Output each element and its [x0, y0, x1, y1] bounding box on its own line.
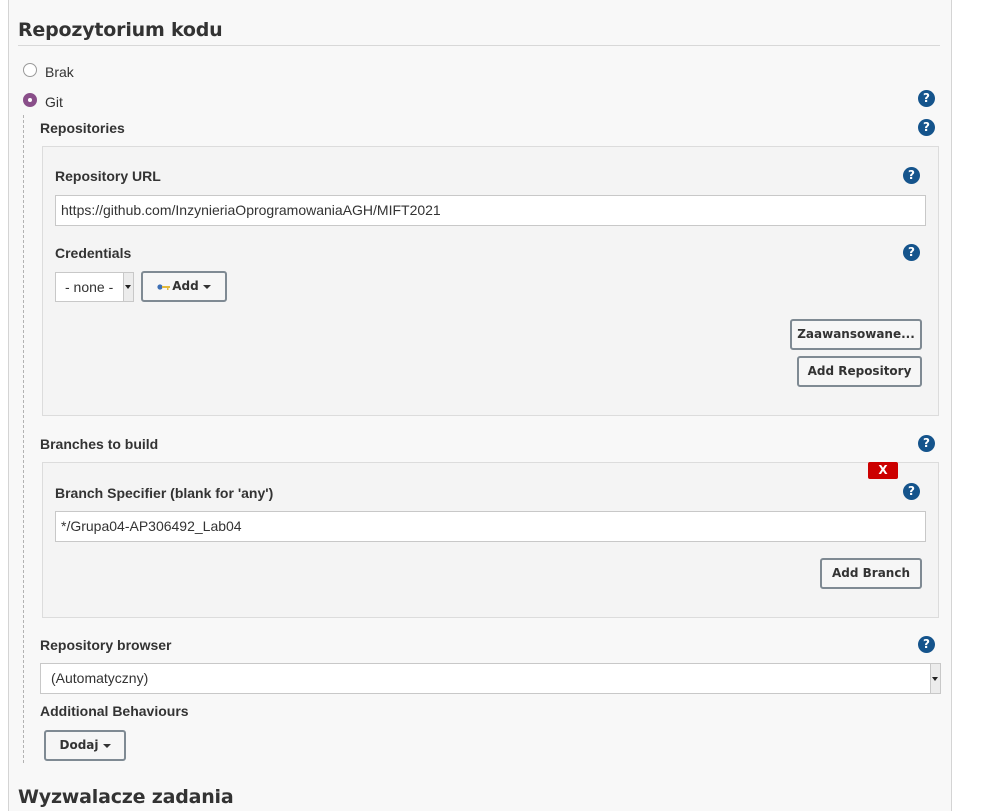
add-behaviour-button[interactable]: Dodaj [44, 730, 126, 761]
section-title-scm: Repozytorium kodu [18, 19, 223, 41]
branch-specifier-label: Branch Specifier (blank for 'any') [55, 485, 274, 501]
additional-behaviours-label: Additional Behaviours [40, 703, 189, 719]
help-icon-branch-specifier[interactable]: ? [903, 483, 920, 500]
help-icon-branches[interactable]: ? [918, 435, 935, 452]
credentials-select-value: - none - [65, 279, 114, 295]
dropdown-caret-icon [202, 284, 211, 289]
help-icon-credentials[interactable]: ? [903, 244, 920, 261]
credentials-add-label: Add [172, 279, 199, 293]
repository-browser-value: (Automatyczny) [51, 670, 149, 686]
credentials-add-button[interactable]: Add [141, 271, 227, 302]
branches-label: Branches to build [40, 436, 159, 452]
help-icon-repositories[interactable]: ? [918, 119, 935, 136]
dropdown-caret-icon [102, 743, 111, 748]
credentials-select[interactable]: - none - [55, 272, 134, 302]
radio-label-brak: Brak [45, 64, 74, 80]
repositories-label: Repositories [40, 120, 125, 136]
delete-branch-button[interactable]: X [868, 462, 898, 479]
repository-url-label: Repository URL [55, 168, 161, 184]
advanced-button[interactable]: Zaawansowane... [790, 319, 922, 350]
add-behaviour-label: Dodaj [59, 738, 99, 752]
credentials-label: Credentials [55, 245, 132, 261]
repository-browser-label: Repository browser [40, 637, 172, 653]
section-divider [18, 45, 940, 46]
add-repository-button[interactable]: Add Repository [797, 356, 922, 387]
repository-url-input[interactable]: https://github.com/InzynieriaOprogramowa… [55, 195, 926, 226]
key-icon [157, 283, 171, 290]
help-icon-git[interactable]: ? [918, 90, 935, 107]
nesting-line [23, 115, 24, 763]
section-title-triggers: Wyzwalacze zadania [18, 786, 234, 808]
chevron-down-icon [123, 273, 133, 301]
radio-git[interactable] [23, 93, 37, 107]
help-icon-repository-url[interactable]: ? [903, 167, 920, 184]
help-icon-repository-browser[interactable]: ? [918, 636, 935, 653]
add-branch-button[interactable]: Add Branch [820, 558, 922, 589]
radio-label-git: Git [45, 94, 63, 110]
branch-specifier-input[interactable]: */Grupa04-AP306492_Lab04 [55, 511, 926, 542]
repository-browser-select[interactable]: (Automatyczny) [40, 663, 941, 694]
chevron-down-icon [930, 664, 940, 693]
radio-brak[interactable] [23, 63, 37, 77]
